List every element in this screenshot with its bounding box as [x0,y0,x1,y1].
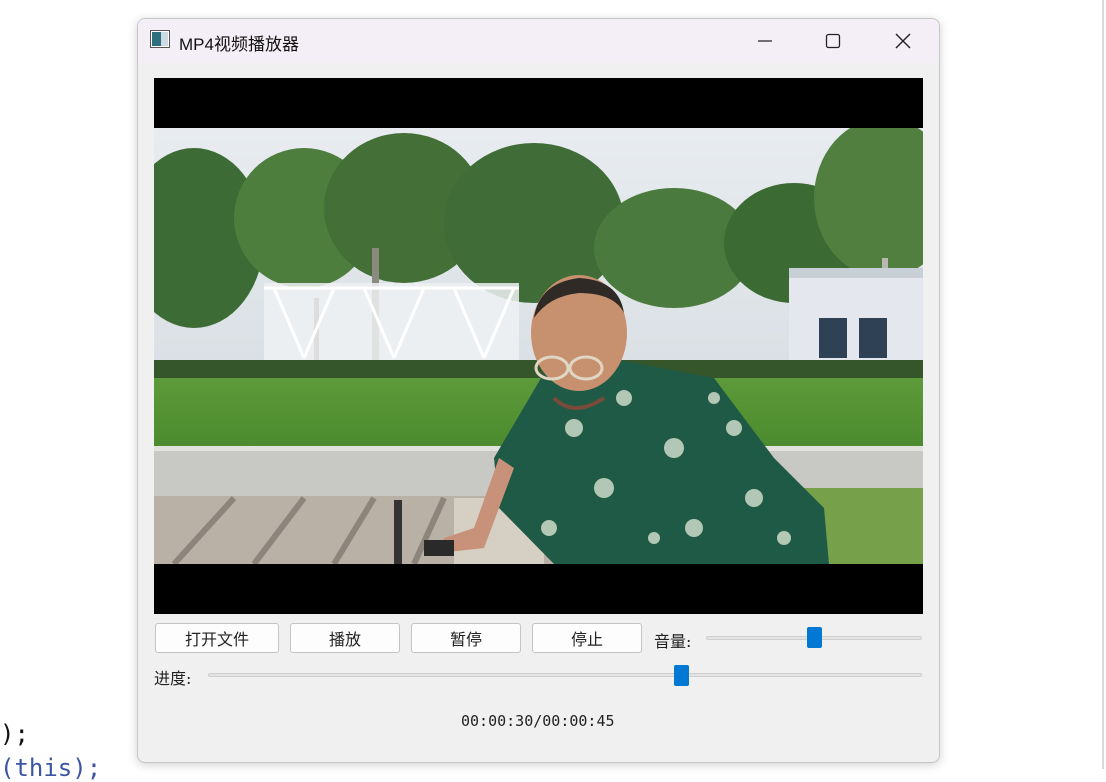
progress-slider-handle[interactable] [674,665,689,686]
pause-button[interactable]: 暂停 [411,623,521,653]
app-icon [150,30,170,48]
video-display[interactable] [154,78,923,614]
minimize-icon [758,40,772,42]
stop-button[interactable]: 停止 [532,623,642,653]
video-frame [154,128,923,564]
close-button[interactable] [880,26,926,56]
progress-label: 进度: [154,669,192,688]
player-window: MP4视频播放器 打开文件 播放 暂停 停止 音量: 进度: 00:00:30/… [137,18,940,763]
close-icon [895,33,911,49]
background-code-line: ); [0,720,29,748]
progress-slider[interactable] [208,664,922,686]
open-file-button[interactable]: 打开文件 [155,623,279,653]
time-display: 00:00:30/00:00:45 [461,712,615,730]
volume-label: 音量: [654,632,692,651]
title-bar[interactable]: MP4视频播放器 [138,19,939,63]
volume-slider[interactable] [706,627,922,649]
window-title: MP4视频播放器 [179,35,299,54]
progress-slider-groove [208,673,922,677]
background-code-line: (this); [0,754,102,782]
volume-slider-handle[interactable] [807,627,822,648]
play-button[interactable]: 播放 [290,623,400,653]
maximize-icon [825,33,841,49]
minimize-button[interactable] [742,26,788,56]
background-divider [1102,0,1104,769]
maximize-button[interactable] [810,26,856,56]
